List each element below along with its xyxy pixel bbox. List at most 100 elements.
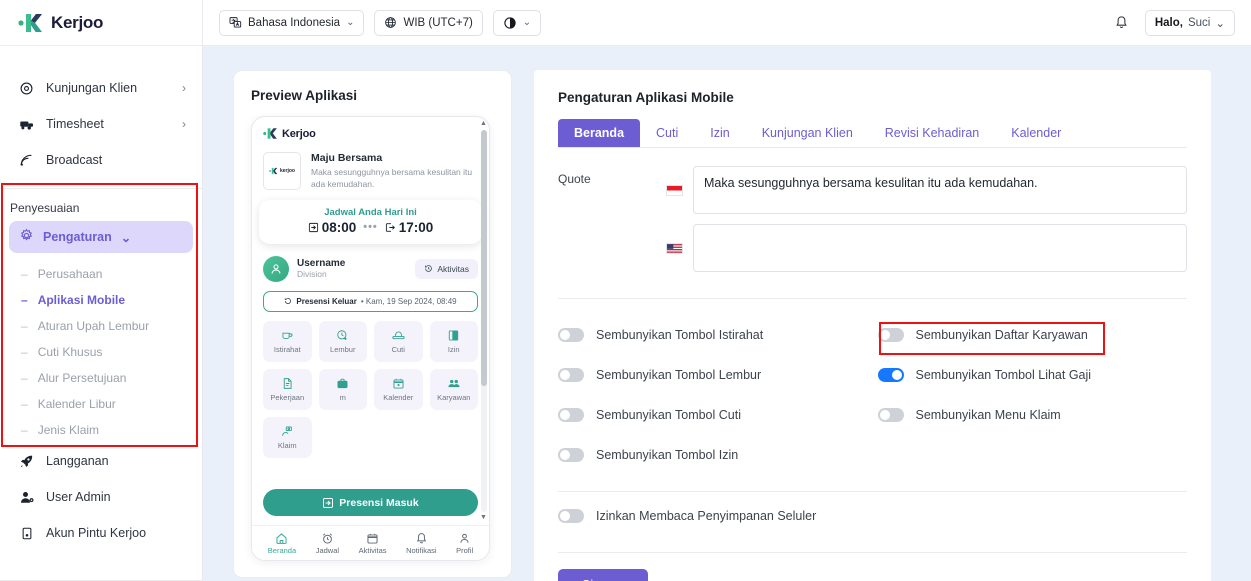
quote-input-id[interactable] bbox=[693, 166, 1187, 214]
quote-input-en[interactable] bbox=[693, 224, 1187, 272]
sidebar-item-timesheet[interactable]: Timesheet › bbox=[0, 106, 202, 142]
toggle-sembunyikan-tombol-lihat-gaji[interactable] bbox=[877, 368, 904, 382]
toggle-sembunyikan-tombol-istirahat[interactable] bbox=[558, 328, 584, 342]
scrollbar-thumb[interactable] bbox=[480, 130, 487, 386]
brand-logo-area[interactable]: Kerjoo bbox=[0, 0, 202, 46]
tab-cuti[interactable]: Cuti bbox=[640, 119, 694, 147]
bottom-nav-profil[interactable]: Profil bbox=[456, 532, 473, 555]
toggle-row-penyimpanan-seluler[interactable]: Izinkan Membaca Penyimpanan Seluler bbox=[558, 496, 1187, 536]
scrollbar-track[interactable] bbox=[480, 130, 487, 512]
menu-tile-lembur[interactable]: Lembur bbox=[318, 320, 367, 362]
login-arrow-icon bbox=[308, 222, 318, 232]
toggle-knob bbox=[560, 370, 570, 380]
scroll-down-arrow-icon[interactable]: ▼ bbox=[480, 514, 487, 522]
bell-icon bbox=[1116, 16, 1128, 29]
aktivitas-button[interactable]: Aktivitas bbox=[415, 258, 478, 279]
toggle-sembunyikan-menu-klaim[interactable] bbox=[877, 408, 904, 422]
toggle-label: Izinkan Membaca Penyimpanan Seluler bbox=[596, 509, 817, 523]
toggle-row-lembur[interactable]: Sembunyikan Tombol Lembur bbox=[558, 355, 868, 395]
sidebar-subitem-perusahaan[interactable]: – Perusahaan bbox=[0, 261, 202, 287]
sidebar-subitem-alur-persetujuan[interactable]: – Alur Persetujuan bbox=[0, 365, 202, 391]
sidebar-item-pengaturan[interactable]: Pengaturan ⌄ bbox=[9, 221, 193, 253]
sidebar-item-label: Broadcast bbox=[46, 153, 103, 167]
phone-user-row: Username Division Aktivitas bbox=[263, 255, 478, 282]
sidebar-item-akun-pintu-kerjoo[interactable]: Akun Pintu Kerjoo bbox=[0, 515, 202, 551]
sidebar-item-label: Langganan bbox=[46, 454, 109, 468]
save-button[interactable]: Simpan bbox=[558, 569, 649, 581]
presensi-masuk-button[interactable]: Presensi Masuk bbox=[263, 489, 478, 516]
tab-kunjungan-klien[interactable]: Kunjungan Klien bbox=[746, 119, 869, 147]
scroll-up-arrow-icon[interactable]: ▲ bbox=[480, 120, 487, 128]
tab-revisi-kehadiran[interactable]: Revisi Kehadiran bbox=[869, 119, 996, 147]
quote-title: Maju Bersama bbox=[311, 152, 383, 164]
sidebar-subitem-cuti-khusus[interactable]: – Cuti Khusus bbox=[0, 339, 202, 365]
timezone-label: WIB (UTC+7) bbox=[403, 16, 473, 29]
timezone-selector[interactable]: WIB (UTC+7) bbox=[374, 9, 483, 36]
menu-tile-karyawan[interactable]: Karyawan bbox=[429, 368, 478, 410]
chevron-right-icon: › bbox=[182, 81, 186, 95]
menu-tile-istirahat[interactable]: Istirahat bbox=[263, 320, 312, 362]
toggle-sembunyikan-daftar-karyawan[interactable] bbox=[877, 328, 904, 342]
language-selector[interactable]: Bahasa Indonesia ⌄ bbox=[219, 9, 365, 36]
toggle-izinkan-membaca-penyimpanan-seluler[interactable] bbox=[558, 509, 584, 523]
calendar-icon bbox=[392, 377, 405, 390]
bottom-nav-beranda[interactable]: Beranda bbox=[268, 532, 296, 555]
toggle-knob bbox=[879, 330, 890, 340]
sidebar-item-user-admin[interactable]: User Admin bbox=[0, 479, 202, 515]
toggle-row-izin[interactable]: Sembunyikan Tombol Izin bbox=[558, 435, 868, 475]
bottom-nav-notifikasi[interactable]: Notifikasi bbox=[406, 532, 437, 555]
toggle-knob bbox=[560, 410, 570, 420]
bottom-nav-aktivitas[interactable]: Aktivitas bbox=[359, 532, 387, 555]
indonesia-flag-icon bbox=[666, 184, 683, 196]
menu-tile-pekerjaan[interactable]: Pekerjaan bbox=[263, 368, 312, 410]
tab-izin[interactable]: Izin bbox=[694, 119, 745, 147]
toggle-row-cuti[interactable]: Sembunyikan Tombol Cuti bbox=[558, 395, 868, 435]
rocket-icon bbox=[18, 453, 35, 470]
location-pin-icon bbox=[18, 80, 35, 97]
theme-selector[interactable]: ⌄ bbox=[492, 9, 542, 36]
home-icon bbox=[276, 532, 287, 544]
bell-icon bbox=[416, 532, 426, 543]
sidebar-item-kunjungan-klien[interactable]: Kunjungan Klien › bbox=[0, 70, 202, 106]
toggle-sembunyikan-tombol-lembur[interactable] bbox=[558, 368, 584, 382]
toggle-row-daftar-karyawan[interactable]: Sembunyikan Daftar Karyawan bbox=[877, 315, 1188, 355]
schedule-card: Jadwal Anda Hari Ini 08:00 ••• 17:00 bbox=[259, 199, 482, 244]
tab-kalender[interactable]: Kalender bbox=[995, 119, 1077, 147]
toggle-knob bbox=[891, 370, 902, 380]
menu-tile-label: Lembur bbox=[330, 344, 356, 354]
bottom-nav-jadwal[interactable]: Jadwal bbox=[316, 532, 339, 555]
sidebar-item-broadcast[interactable]: Broadcast bbox=[0, 142, 202, 178]
toggle-knob bbox=[879, 410, 890, 420]
toggle-sembunyikan-tombol-cuti[interactable] bbox=[558, 408, 584, 422]
menu-tile-label: Istirahat bbox=[273, 344, 301, 354]
toggle-grid: Sembunyikan Tombol Istirahat Sembunyikan… bbox=[558, 299, 1187, 475]
menu-tile-izin[interactable]: Izin bbox=[429, 320, 478, 362]
sidebar-item-label: Timesheet bbox=[46, 117, 104, 131]
phone-menu-grid: Istirahat Lembur Cuti Izin Pekerjaan m K… bbox=[263, 320, 478, 458]
menu-tile-kalender[interactable]: Kalender bbox=[374, 368, 423, 410]
presensi-keluar-banner[interactable]: Presensi Keluar • Kam, 19 Sep 2024, 08:4… bbox=[263, 290, 478, 312]
toggle-sembunyikan-tombol-izin[interactable] bbox=[558, 448, 584, 462]
schedule-start: 08:00 bbox=[308, 220, 356, 235]
sidebar-subitem-jenis-klaim[interactable]: – Jenis Klaim bbox=[0, 417, 202, 443]
tab-beranda[interactable]: Beranda bbox=[558, 119, 641, 147]
toggle-label: Sembunyikan Tombol Lihat Gaji bbox=[915, 368, 1092, 382]
quote-body: Maka sesungguhnya bersama kesulitan itu … bbox=[311, 167, 473, 190]
sidebar-subitem-aplikasi-mobile[interactable]: – Aplikasi Mobile bbox=[0, 287, 202, 313]
sidebar-subitem-aturan-upah-lembur[interactable]: – Aturan Upah Lembur bbox=[0, 313, 202, 339]
dash-icon: – bbox=[21, 267, 28, 281]
notification-bell-button[interactable] bbox=[1109, 10, 1135, 36]
user-menu-button[interactable]: Halo, Suci ⌄ bbox=[1144, 9, 1235, 36]
menu-tile-cuti[interactable]: Cuti bbox=[374, 320, 423, 362]
toggle-row-lihat-gaji[interactable]: Sembunyikan Tombol Lihat Gaji bbox=[877, 355, 1188, 395]
toggle-label: Sembunyikan Tombol Lembur bbox=[596, 368, 762, 382]
menu-tile-briefcase[interactable]: m bbox=[318, 368, 367, 410]
phone-scrollbar[interactable]: ▲ ▼ bbox=[480, 120, 487, 522]
menu-tile-klaim[interactable]: Klaim bbox=[263, 416, 312, 458]
bottom-nav-label: Notifikasi bbox=[406, 545, 437, 555]
sidebar-subitem-kalender-libur[interactable]: – Kalender Libur bbox=[0, 391, 202, 417]
sidebar-item-langganan[interactable]: Langganan bbox=[0, 443, 202, 479]
toggle-row-istirahat[interactable]: Sembunyikan Tombol Istirahat bbox=[558, 315, 868, 355]
dash-icon: – bbox=[21, 397, 28, 411]
toggle-row-menu-klaim[interactable]: Sembunyikan Menu Klaim bbox=[877, 395, 1188, 435]
